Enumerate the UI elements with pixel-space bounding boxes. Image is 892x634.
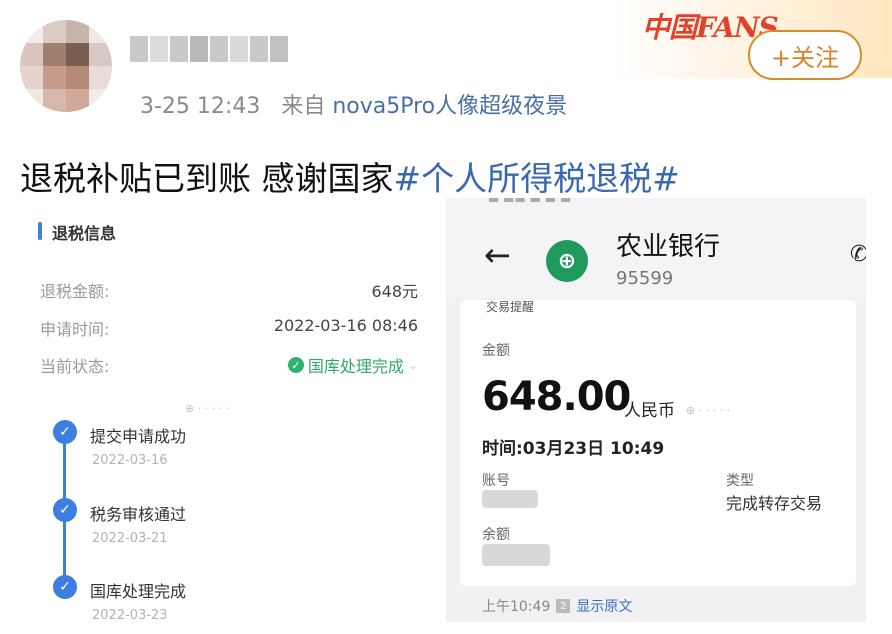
tax-refund-card[interactable] [20, 206, 436, 634]
amount-label: 金额 [482, 343, 510, 359]
show-original-link[interactable]: 显示原文 [576, 596, 632, 616]
post-time: 3-25 12:43 [140, 94, 261, 119]
watermark: ⊕ · · · · · [686, 404, 731, 417]
apply-time-value: 2022-03-16 08:46 [273, 316, 418, 335]
balance-value-blurred [482, 544, 550, 566]
apply-time-label: 申请时间: [40, 320, 110, 339]
status-label: 当前状态: [40, 357, 110, 376]
sms-footer: 上午10:49 2 显示原文 [482, 596, 632, 616]
status-value[interactable]: ✓ 国库处理完成 ⌄ [287, 353, 418, 377]
status-text: 国库处理完成 [307, 357, 404, 376]
bank-sms-screenshot[interactable]: ▬ ▬▬ ▬ ▬ ▬ ← ⊕ 农业银行 95599 ✆ 交易提醒 金额 648.… [446, 198, 866, 622]
section-marker [38, 222, 42, 240]
check-icon: ✓ [53, 575, 77, 599]
chevron-down-icon: ⌄ [407, 358, 418, 372]
post-meta: 3-25 12:43 来自 nova5Pro人像超级夜景 [140, 88, 567, 120]
post-text: 退税补贴已到账 感谢国家#个人所得税退税# [20, 152, 680, 200]
check-icon: ✓ [53, 498, 77, 522]
transaction-time: 时间:03月23日 10:49 [482, 439, 665, 459]
timeline-step-date: 2022-03-16 [92, 453, 168, 468]
account-label: 账号 [482, 473, 510, 489]
username-blurred[interactable] [130, 36, 320, 66]
type-label: 类型 [726, 473, 754, 489]
timeline-step-title: 税务审核通过 [90, 505, 187, 524]
amount-currency: 人民币 [624, 401, 675, 421]
refund-amount-value: 648元 [371, 282, 418, 301]
check-circle-icon: ✓ [287, 357, 304, 373]
post-source[interactable]: nova5Pro人像超级夜景 [332, 94, 567, 119]
check-icon: ✓ [53, 420, 77, 444]
bank-number: 95599 [616, 268, 674, 289]
timeline-step-date: 2022-03-23 [92, 608, 168, 623]
watermark: ⊕ · · · · · [185, 402, 230, 415]
type-value: 完成转存交易 [726, 494, 823, 513]
balance-label: 余额 [482, 527, 510, 543]
timeline-step-title: 国库处理完成 [90, 582, 187, 601]
timeline-step-date: 2022-03-21 [92, 531, 168, 546]
sim-card-icon: 2 [556, 599, 571, 613]
abc-bank-logo-icon: ⊕ [546, 240, 588, 282]
hashtag-link[interactable]: #个人所得税退税# [394, 159, 680, 198]
avatar[interactable] [20, 20, 112, 112]
source-prefix: 来自 [281, 94, 326, 119]
section-title: 退税信息 [52, 224, 117, 243]
amount-value: 648.00 [482, 374, 631, 420]
message-title: 交易提醒 [486, 300, 535, 314]
status-bar: ▬ ▬▬ ▬ ▬ ▬ [488, 198, 572, 206]
phone-icon[interactable]: ✆ [850, 242, 866, 267]
bank-name: 农业银行 [616, 232, 721, 262]
back-arrow-icon[interactable]: ← [484, 236, 511, 274]
footer-time: 上午10:49 [482, 599, 551, 615]
refund-amount-label: 退税金额: [40, 282, 110, 301]
timeline-step-title: 提交申请成功 [90, 427, 187, 446]
post-body: 退税补贴已到账 感谢国家 [20, 159, 394, 198]
account-value-blurred [482, 490, 538, 508]
follow-button[interactable]: +关注 [748, 30, 862, 80]
